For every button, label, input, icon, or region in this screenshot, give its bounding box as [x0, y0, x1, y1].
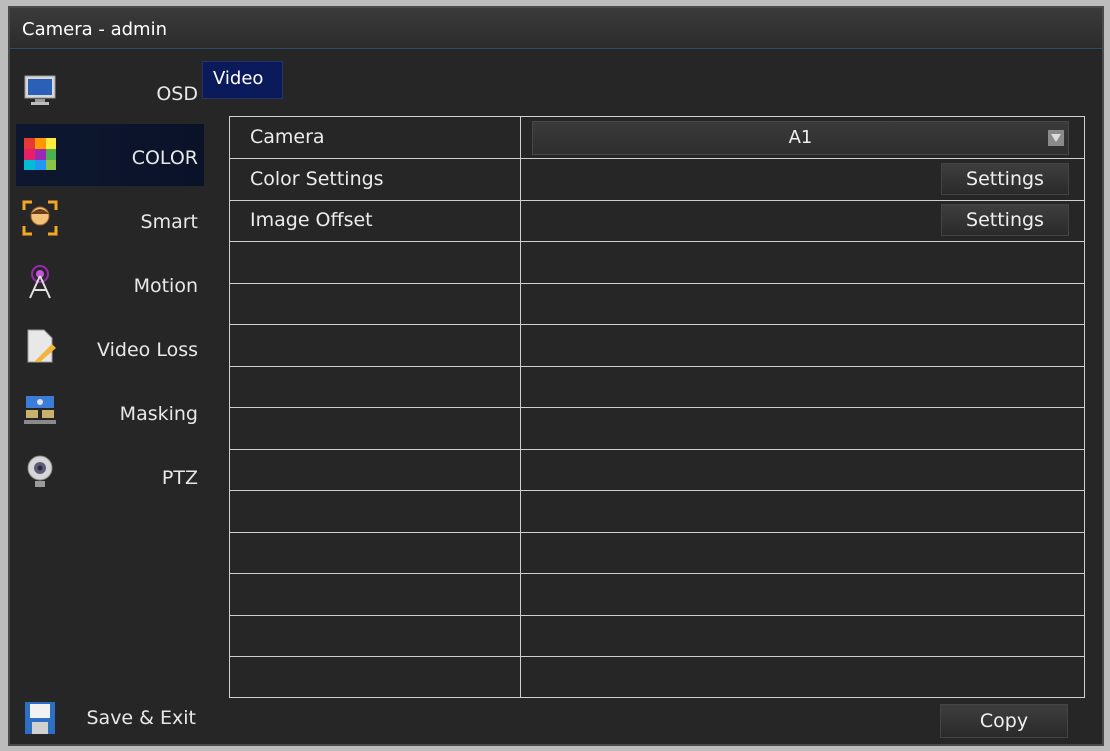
sidebar-item-label: Video Loss [97, 339, 198, 361]
row-divider [230, 656, 1084, 657]
sidebar-item-label: Motion [133, 275, 198, 297]
settings-table: Camera A1 Color Settings Settings Image … [229, 116, 1085, 698]
row-divider [230, 241, 1084, 242]
floppy-disk-icon [25, 702, 55, 734]
sidebar-item-label: OSD [156, 83, 198, 105]
row-divider [230, 532, 1084, 533]
row-divider [230, 449, 1084, 450]
video-loss-document-icon [27, 329, 56, 363]
tab-label: Video [213, 68, 264, 89]
sidebar-item-color[interactable]: COLOR [16, 124, 204, 186]
sidebar-item-label: Smart [140, 211, 198, 233]
color-settings-button[interactable]: Settings [941, 163, 1069, 195]
window-title: Camera - admin [22, 19, 167, 40]
ptz-camera-icon [27, 455, 53, 487]
sidebar-item-ptz[interactable]: PTZ [16, 444, 204, 506]
masking-icon [24, 396, 56, 424]
camera-settings-window: Camera - admin OSD COLOR Smart Motion Vi… [8, 6, 1104, 746]
copy-button[interactable]: Copy [940, 704, 1068, 738]
sidebar-item-video-loss[interactable]: Video Loss [16, 316, 204, 378]
color-palette-icon [24, 138, 56, 170]
camera-select[interactable]: A1 [532, 121, 1069, 155]
sidebar-item-masking[interactable]: Masking [16, 380, 204, 442]
row-divider [230, 200, 1084, 201]
row-divider [230, 158, 1084, 159]
sidebar-item-smart[interactable]: Smart [16, 188, 204, 250]
camera-select-value: A1 [788, 127, 813, 148]
row-divider [230, 490, 1084, 491]
row-divider [230, 324, 1084, 325]
save-exit-label: Save & Exit [86, 707, 196, 729]
camera-label: Camera [250, 126, 325, 148]
sidebar-item-label: Masking [119, 403, 198, 425]
monitor-osd-icon [24, 75, 56, 105]
sidebar-item-label: PTZ [161, 467, 198, 489]
sidebar-item-label: COLOR [131, 147, 198, 169]
row-divider [230, 407, 1084, 408]
save-exit-button[interactable]: Save & Exit [16, 690, 204, 744]
color-settings-label: Color Settings [250, 168, 384, 190]
title-bar: Camera - admin [10, 8, 1102, 49]
image-offset-settings-button[interactable]: Settings [941, 204, 1069, 236]
motion-antenna-icon [29, 265, 51, 299]
sidebar-item-motion[interactable]: Motion [16, 252, 204, 314]
sidebar-item-osd[interactable]: OSD [16, 60, 204, 122]
face-detect-icon [22, 200, 58, 236]
tab-video[interactable]: Video [202, 61, 283, 99]
row-divider [230, 615, 1084, 616]
row-divider [230, 573, 1084, 574]
row-divider [230, 366, 1084, 367]
row-divider [230, 283, 1084, 284]
image-offset-label: Image Offset [250, 209, 373, 231]
chevron-down-icon [1048, 130, 1064, 146]
